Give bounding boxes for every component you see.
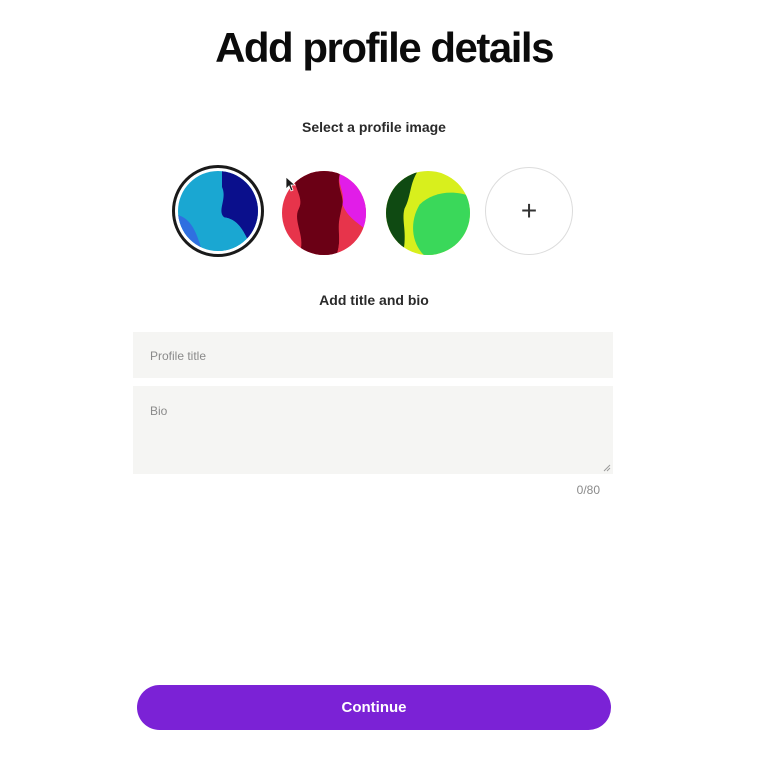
avatar-option-1[interactable] bbox=[172, 165, 264, 257]
mouse-cursor-icon bbox=[285, 176, 297, 192]
plus-icon: + bbox=[520, 195, 538, 226]
bio-character-counter: 0/80 bbox=[576, 483, 600, 497]
profile-title-input[interactable]: Profile title bbox=[133, 332, 613, 378]
bio-textarea[interactable]: Bio bbox=[133, 386, 613, 474]
profile-title-placeholder: Profile title bbox=[150, 349, 207, 363]
profile-image-label: Select a profile image bbox=[302, 119, 446, 135]
resize-handle-icon[interactable] bbox=[603, 464, 611, 472]
add-avatar-button[interactable]: + bbox=[485, 167, 573, 255]
page-title: Add profile details bbox=[215, 24, 554, 71]
bio-placeholder: Bio bbox=[150, 404, 168, 418]
abstract-blue-avatar-icon bbox=[178, 171, 258, 251]
abstract-green-avatar-icon bbox=[386, 171, 470, 255]
avatar-picker: + bbox=[170, 165, 580, 257]
profile-details-page: Add profile details Select a profile ima… bbox=[0, 0, 768, 768]
title-bio-label: Add title and bio bbox=[319, 292, 429, 308]
continue-button[interactable]: Continue bbox=[137, 685, 611, 730]
avatar-option-3[interactable] bbox=[382, 167, 474, 259]
